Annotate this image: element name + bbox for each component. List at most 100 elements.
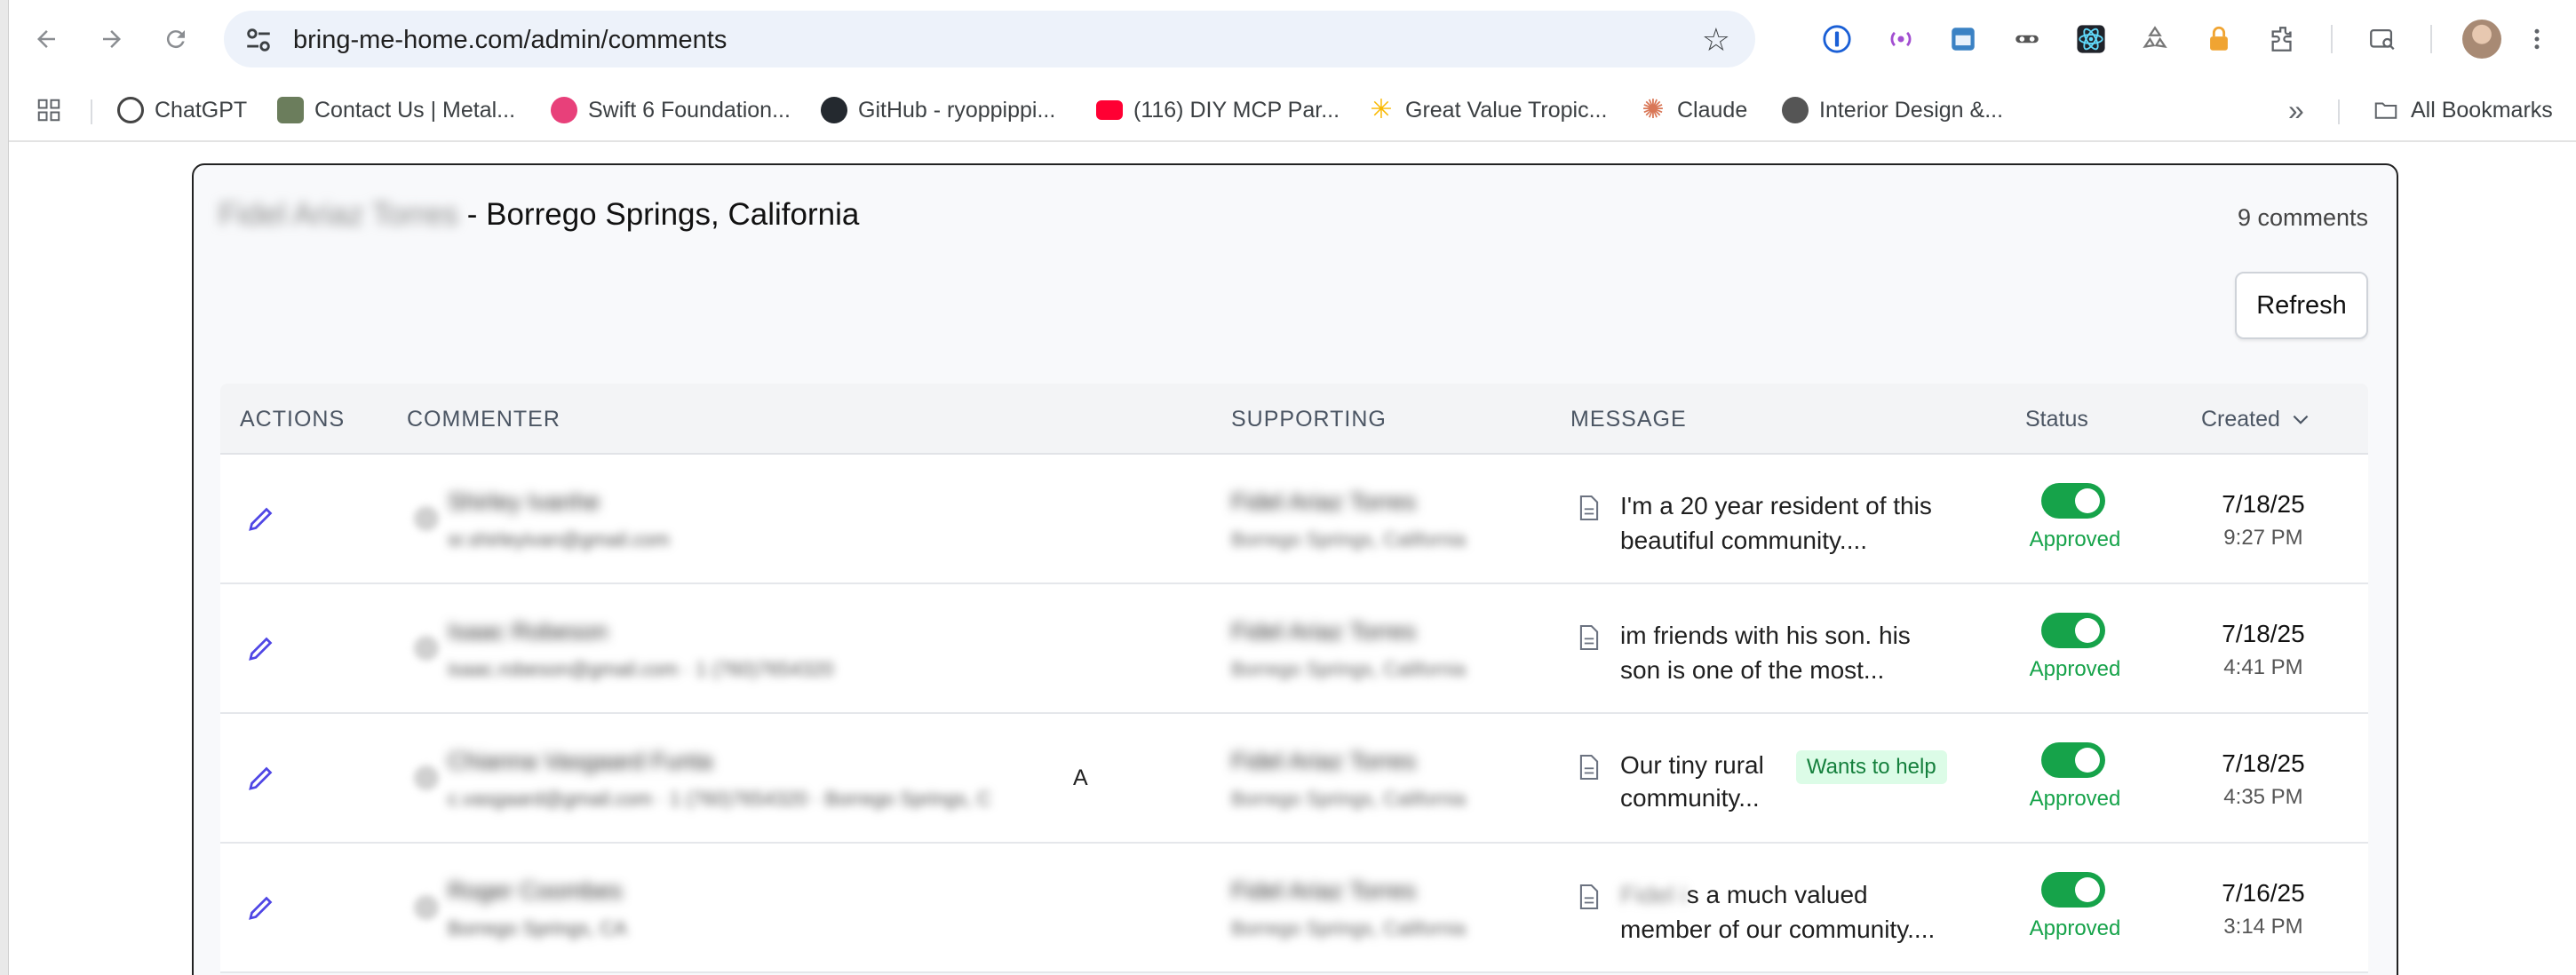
- message-preview[interactable]: Our tiny rural Wants to help community...: [1620, 748, 1976, 815]
- supporting-location: Borrego Springs, California: [1231, 658, 1467, 680]
- status-label: Approved: [2029, 657, 2121, 681]
- status-label: Approved: [2029, 527, 2121, 551]
- bookmark-interior-design[interactable]: Interior Design &...: [1782, 94, 2003, 126]
- bookmark-youtube[interactable]: (116) DIY MCP Par...: [1096, 94, 1340, 126]
- site-settings-icon[interactable]: [243, 25, 274, 55]
- header-actions: ACTIONS: [240, 407, 346, 432]
- table-row[interactable]: Chianna Vasgaard Funta c.vasgaard@gmail.…: [220, 714, 2368, 844]
- apps-grid-icon[interactable]: [36, 94, 62, 126]
- commenter-contact: sr.shirleyivan@gmail.com: [448, 528, 670, 551]
- bookmarks-bar: ChatGPT Contact Us | Metal... Swift 6 Fo…: [9, 78, 2576, 142]
- supporting-name: Fidel Ariaz Torres: [1231, 877, 1417, 904]
- commenter-cell: Isaac Robeson isaac.robeson@gmail.com · …: [448, 618, 833, 681]
- table-header: ACTIONS COMMENTER SUPPORTING MESSAGE Sta…: [220, 384, 2368, 455]
- back-button[interactable]: [27, 20, 66, 59]
- message-preview[interactable]: im friends with his son. his son is one …: [1620, 618, 1976, 687]
- commenter-contact-overflow: A: [1073, 765, 1088, 790]
- created-date: 7/18/25: [2222, 490, 2305, 518]
- claude-icon: ✺: [1642, 95, 1665, 124]
- comments-table: ACTIONS COMMENTER SUPPORTING MESSAGE Sta…: [220, 384, 2368, 973]
- bookmark-chatgpt[interactable]: ChatGPT: [117, 94, 247, 126]
- header-supporting[interactable]: SUPPORTING: [1231, 407, 1387, 432]
- document-icon[interactable]: [1578, 623, 1601, 652]
- tab-search-icon[interactable]: [2365, 21, 2400, 57]
- detainee-location: - Borrego Springs, California: [466, 197, 860, 232]
- created-time: 9:27 PM: [2223, 526, 2303, 550]
- created-date: 7/16/25: [2222, 879, 2305, 907]
- recycle-extension-icon[interactable]: [2137, 21, 2173, 57]
- document-icon[interactable]: [1578, 753, 1601, 781]
- podcast-extension-icon[interactable]: [1883, 21, 1919, 57]
- profile-avatar[interactable]: [2462, 20, 2501, 59]
- lock-extension-icon[interactable]: [2201, 21, 2237, 57]
- supporting-cell: Fidel Ariaz Torres Borrego Springs, Cali…: [1231, 748, 1466, 811]
- browser-toolbar: bring-me-home.com/admin/comments ☆: [9, 0, 2576, 78]
- supporting-location: Borrego Springs, California: [1231, 917, 1467, 939]
- supporting-name: Fidel Ariaz Torres: [1231, 488, 1417, 515]
- document-icon[interactable]: [1578, 883, 1601, 911]
- detainee-name-blurred: Fidel Ariaz Torres: [219, 197, 458, 232]
- approval-toggle[interactable]: [2041, 872, 2105, 908]
- edit-pencil-icon[interactable]: [245, 503, 277, 535]
- table-row[interactable]: Isaac Robeson isaac.robeson@gmail.com · …: [220, 584, 2368, 714]
- extensions-puzzle-icon[interactable]: [2265, 21, 2301, 57]
- message-preview[interactable]: I'm a 20 year resident of this beautiful…: [1620, 488, 1976, 558]
- commenter-contact: isaac.robeson@gmail.com · 1 (760)7654320: [448, 658, 834, 680]
- edit-pencil-icon[interactable]: [245, 892, 277, 923]
- supporting-cell: Fidel Ariaz Torres Borrego Springs, Cali…: [1231, 618, 1466, 681]
- approval-toggle[interactable]: [2041, 742, 2105, 778]
- edit-pencil-icon[interactable]: [245, 632, 277, 664]
- commenter-name: Chianna Vasgaard Funta: [448, 748, 713, 774]
- bookmark-star-icon[interactable]: ☆: [1702, 21, 1730, 59]
- bookmarks-divider: [2338, 99, 2340, 124]
- table-row[interactable]: Shirley Ivanhe sr.shirleyivan@gmail.com …: [220, 455, 2368, 584]
- approval-toggle[interactable]: [2041, 483, 2105, 519]
- header-message[interactable]: MESSAGE: [1570, 407, 1687, 432]
- wants-to-help-badge: Wants to help: [1795, 750, 1947, 784]
- commenter-name: Isaac Robeson: [448, 618, 608, 645]
- bookmark-contact-us[interactable]: Contact Us | Metal...: [277, 94, 515, 126]
- message-name-blurred: Fidel i: [1620, 881, 1687, 908]
- bookmarks-overflow-icon[interactable]: »: [2288, 94, 2304, 126]
- calendar-extension-icon[interactable]: [1945, 21, 1981, 57]
- document-icon[interactable]: [1578, 494, 1601, 522]
- commenter-avatar: [414, 895, 439, 920]
- status-label: Approved: [2029, 916, 2121, 940]
- interior-design-icon: [1782, 97, 1809, 123]
- supporting-cell: Fidel Ariaz Torres Borrego Springs, Cali…: [1231, 488, 1466, 551]
- supporting-location: Borrego Springs, California: [1231, 528, 1467, 551]
- table-row[interactable]: Roger Coombes Borrego Springs, CA Fidel …: [220, 844, 2368, 973]
- supporting-name: Fidel Ariaz Torres: [1231, 748, 1417, 774]
- edit-pencil-icon[interactable]: [245, 762, 277, 794]
- bookmark-swift-foundation[interactable]: Swift 6 Foundation...: [551, 94, 791, 126]
- commenter-avatar: [414, 636, 439, 661]
- bookmark-claude[interactable]: ✺ Claude: [1640, 94, 1747, 126]
- reload-icon: [166, 30, 185, 49]
- all-bookmarks-button[interactable]: All Bookmarks: [2372, 94, 2553, 126]
- chevron-down-icon: [2293, 415, 2309, 424]
- header-created[interactable]: Created: [2201, 407, 2312, 432]
- forward-button[interactable]: [92, 20, 131, 59]
- refresh-button[interactable]: Refresh: [2235, 272, 2368, 339]
- commenter-name: Shirley Ivanhe: [448, 488, 600, 515]
- menu-kebab-icon[interactable]: [2519, 21, 2555, 57]
- status-label: Approved: [2029, 787, 2121, 811]
- url-text[interactable]: bring-me-home.com/admin/comments: [293, 25, 727, 55]
- message-preview[interactable]: Fidel is a much valued member of our com…: [1620, 877, 1976, 947]
- bookmark-github[interactable]: GitHub - ryoppippi...: [821, 94, 1055, 126]
- password-manager-extension-icon[interactable]: [1819, 21, 1855, 57]
- address-bar[interactable]: bring-me-home.com/admin/comments ☆: [224, 11, 1755, 67]
- toolbar-divider: [2331, 25, 2333, 53]
- bookmark-walmart[interactable]: ✳ Great Value Tropic...: [1368, 94, 1607, 126]
- created-date: 7/18/25: [2222, 620, 2305, 647]
- react-devtools-extension-icon[interactable]: [2073, 21, 2109, 57]
- header-status[interactable]: Status: [2025, 407, 2088, 432]
- incognito-extension-icon[interactable]: [2009, 21, 2045, 57]
- commenter-name: Roger Coombes: [448, 877, 623, 904]
- header-commenter[interactable]: COMMENTER: [407, 407, 561, 432]
- reload-button[interactable]: [156, 20, 195, 59]
- created-date: 7/18/25: [2222, 749, 2305, 777]
- approval-toggle[interactable]: [2041, 613, 2105, 648]
- chatgpt-icon: [117, 97, 144, 123]
- toolbar-divider: [2430, 25, 2432, 53]
